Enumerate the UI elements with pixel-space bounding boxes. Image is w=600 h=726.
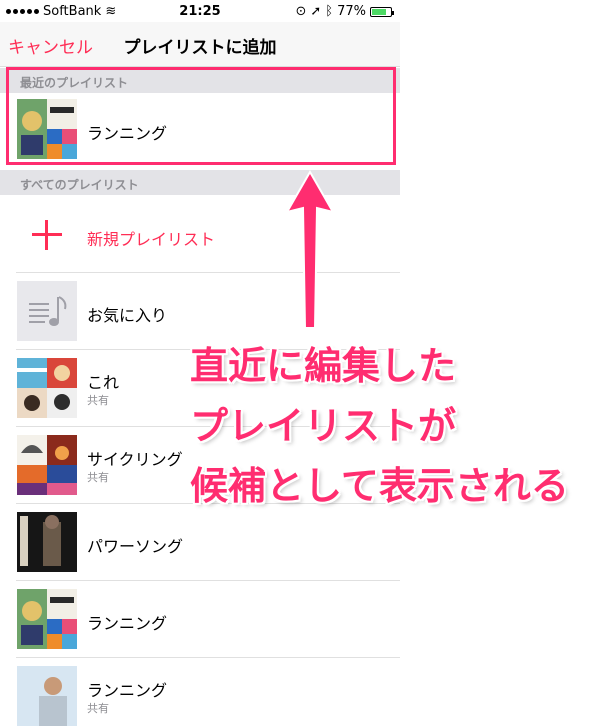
playlist-artwork <box>17 512 77 572</box>
music-note-icon <box>29 296 67 326</box>
new-playlist-label: 新規プレイリスト <box>87 230 216 249</box>
playlist-artwork <box>17 281 77 341</box>
artwork-image <box>17 589 77 649</box>
playlist-artwork <box>17 666 77 726</box>
battery-icon <box>370 6 394 17</box>
playlist-label: お気に入り <box>87 306 168 325</box>
annotation-line-3: 候補として表示される <box>190 464 569 508</box>
battery-fill <box>372 8 386 15</box>
annotation-arrow <box>285 170 335 329</box>
playlist-artwork <box>17 358 77 418</box>
playlist-subtitle: 共有 <box>87 394 109 407</box>
playlist-row-power-song[interactable]: パワーソング <box>0 504 400 581</box>
playlist-label: これ <box>87 373 120 392</box>
playlist-row-running-shared[interactable]: ランニング 共有 <box>0 658 400 726</box>
artwork-image <box>17 435 77 495</box>
section-header-all: すべてのプレイリスト <box>0 170 400 195</box>
highlight-box <box>6 67 396 165</box>
location-icon: ➚ <box>310 4 322 19</box>
annotation-line-1: 直近に編集した <box>190 344 457 388</box>
playlist-label: ランニング <box>87 681 168 700</box>
status-right: ⊙ ➚ ᛒ 77% <box>295 4 394 19</box>
playlist-row-running[interactable]: ランニング <box>0 581 400 658</box>
playlist-artwork <box>17 589 77 649</box>
plus-icon <box>32 220 62 250</box>
navigation-bar: キャンセル プレイリストに追加 <box>0 22 400 67</box>
annotation-line-2: プレイリストが <box>190 404 457 448</box>
playlist-subtitle: 共有 <box>87 471 109 484</box>
bluetooth-icon: ᛒ <box>325 4 334 19</box>
playlist-subtitle: 共有 <box>87 702 109 715</box>
playlist-label: パワーソング <box>87 537 184 556</box>
page-title: プレイリストに追加 <box>123 38 277 58</box>
playlist-artwork <box>17 435 77 495</box>
battery-percent: 77% <box>337 4 366 19</box>
artwork-image <box>17 358 77 418</box>
playlist-label: サイクリング <box>87 450 183 469</box>
artwork-image <box>17 666 77 726</box>
status-bar: SoftBank ≋ 21:25 ⊙ ➚ ᛒ 77% <box>0 0 400 22</box>
lock-rotation-icon: ⊙ <box>295 4 307 19</box>
artwork-image <box>17 512 77 572</box>
playlist-label: ランニング <box>87 614 168 633</box>
